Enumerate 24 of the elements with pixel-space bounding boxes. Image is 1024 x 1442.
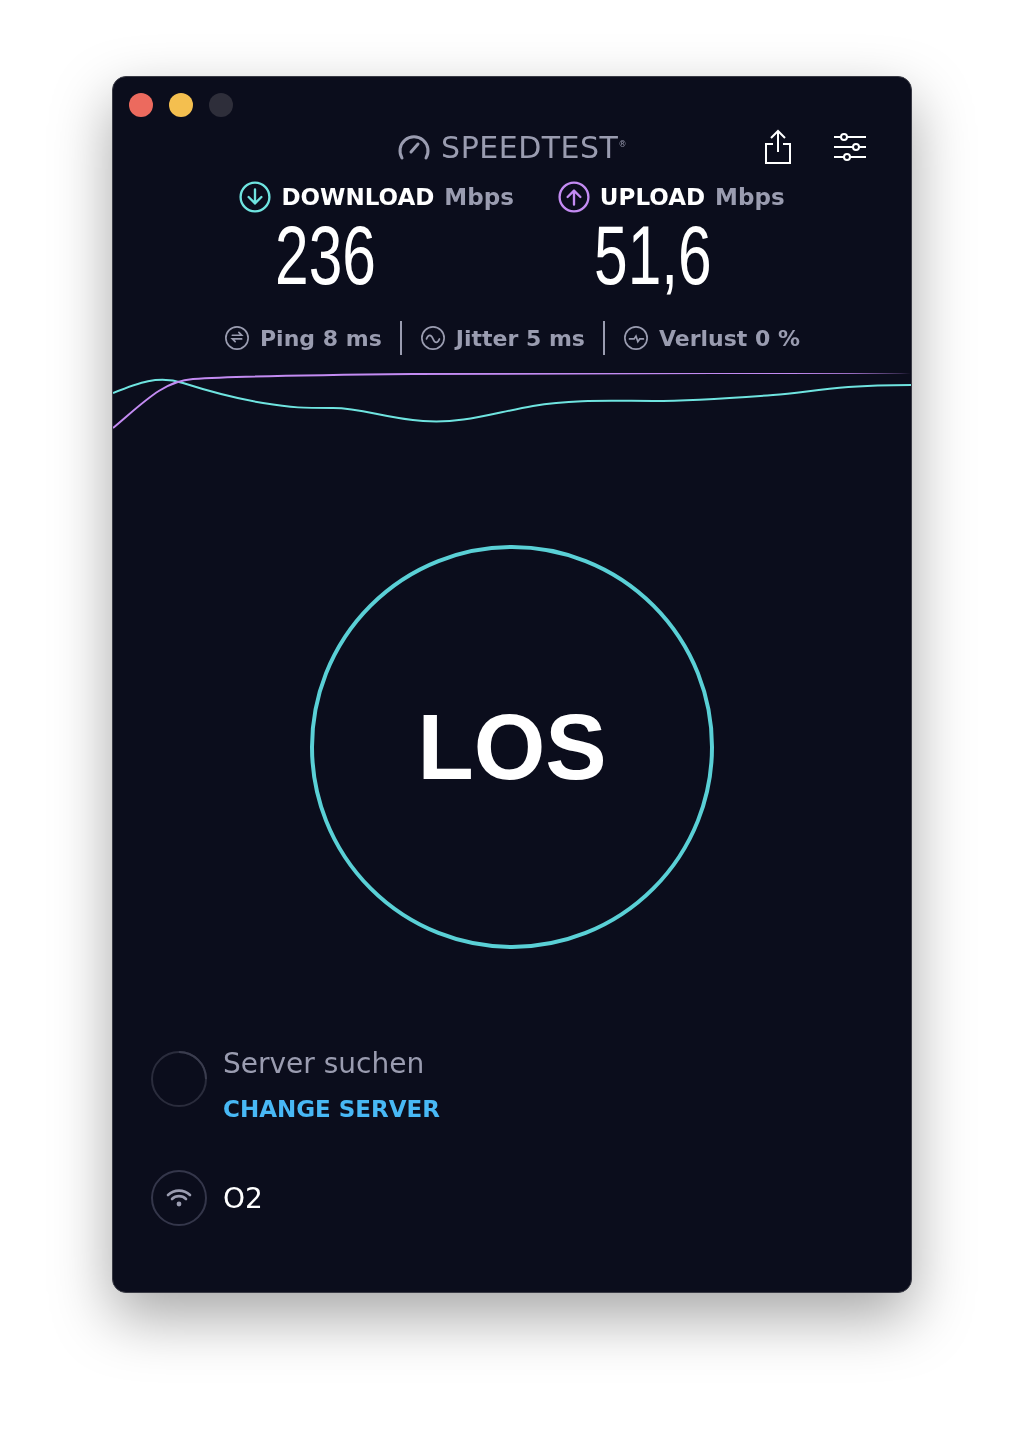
metric-label: DOWNLOAD (281, 184, 435, 210)
window-control[interactable] (129, 93, 153, 117)
metric-unit: Mbps (715, 184, 785, 210)
window-control[interactable] (169, 93, 193, 117)
settings-icon (833, 133, 867, 161)
wifi-icon (165, 1187, 193, 1209)
metric-value: 51,6 (593, 213, 713, 297)
metric-label: UPLOAD (599, 184, 706, 210)
change-server-link[interactable]: CHANGE SERVER (223, 1096, 440, 1122)
stat-text: Verlust 0 % (658, 325, 800, 351)
ping-icon (224, 325, 250, 351)
network-name: O2 (223, 1181, 263, 1215)
stat-text: Ping 8 ms (260, 325, 382, 351)
app-logo: SPEEDTEST$^{®}$ (441, 129, 627, 165)
start-button[interactable]: LOS (310, 545, 714, 949)
server-status: Server suchen (223, 1047, 426, 1080)
share-icon (763, 128, 793, 166)
metric-unit: Mbps (444, 184, 514, 210)
metric-value: 236 (275, 213, 378, 297)
gauge-icon (397, 132, 432, 162)
jitter-icon (419, 325, 446, 351)
loading-spinner-icon (151, 1050, 207, 1107)
stat-text: Jitter 5 ms (455, 325, 585, 351)
loss-icon (622, 325, 649, 351)
